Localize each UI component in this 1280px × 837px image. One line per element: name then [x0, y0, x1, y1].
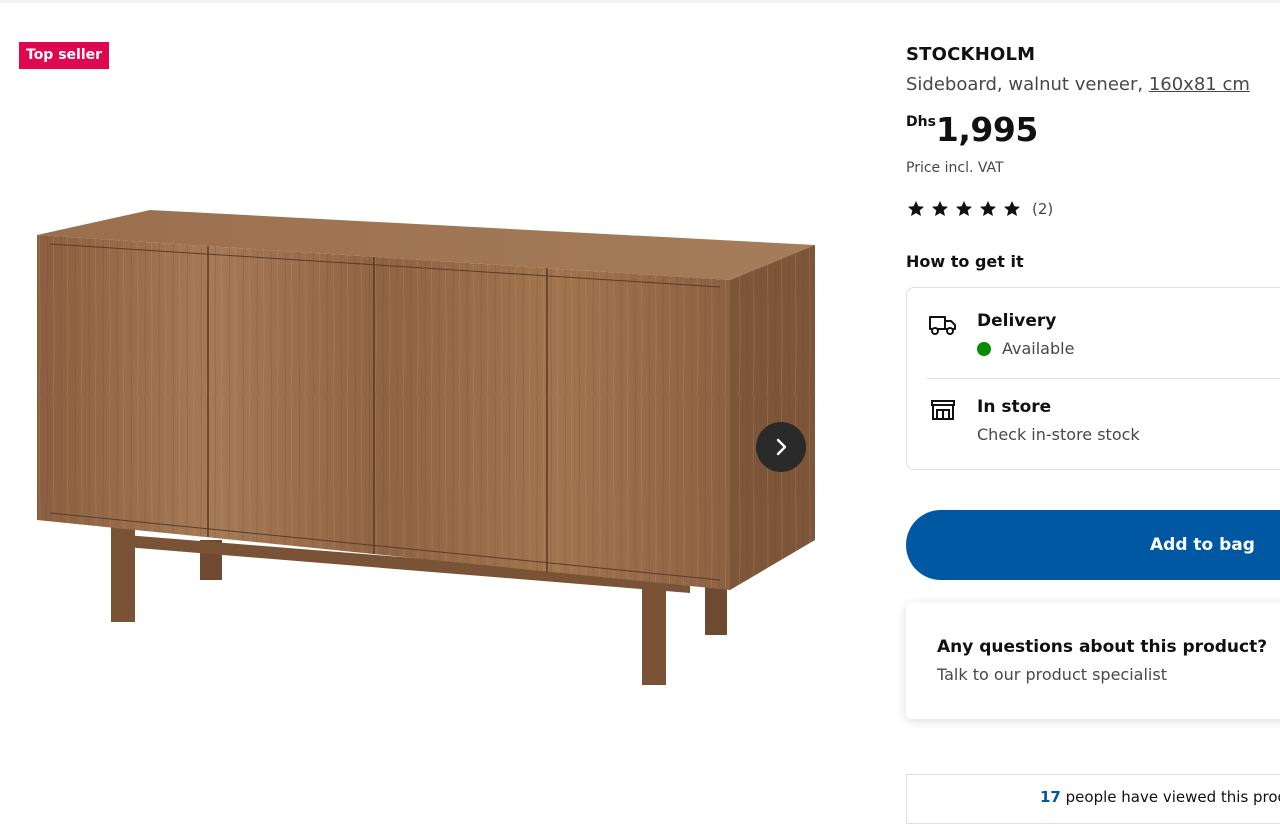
price-currency: Dhs — [906, 114, 936, 130]
add-to-bag-button[interactable]: Add to bag — [906, 510, 1280, 580]
product-info: STOCKHOLM Sideboard, walnut veneer, 160x… — [906, 0, 1280, 837]
viewers-count: 17 — [1040, 788, 1061, 806]
price-note: Price incl. VAT — [906, 160, 1004, 176]
available-status-dot — [977, 341, 991, 356]
price-amount: 1,995 — [935, 110, 1038, 149]
product-questions-card[interactable]: Any questions about this product? Talk t… — [906, 602, 1280, 719]
top-seller-badge: Top seller — [19, 42, 110, 69]
in-store-option[interactable]: In store Check in-store stock — [907, 379, 1280, 470]
viewers-notice: 17 people have viewed this prod — [906, 774, 1280, 824]
rating-count: (2) — [1032, 200, 1054, 218]
product-description: Sideboard, walnut veneer, 160x81 cm — [906, 74, 1250, 95]
rating-summary[interactable]: (2) — [906, 199, 1053, 219]
product-price: Dhs 1,995 — [906, 108, 1038, 152]
next-image-button[interactable] — [756, 422, 806, 472]
delivery-option[interactable]: Delivery Available — [907, 288, 1280, 379]
questions-title: Any questions about this product? — [937, 637, 1268, 657]
star-icon — [1004, 201, 1020, 216]
in-store-subtitle: Check in-store stock — [977, 425, 1140, 444]
delivery-title: Delivery — [977, 311, 1057, 331]
viewers-text-line: 17 people have viewed this prod — [1040, 788, 1280, 806]
star-icon — [908, 201, 924, 216]
product-image — [37, 210, 815, 685]
how-to-get-it-title: How to get it — [906, 252, 1024, 271]
availability-panel: Delivery Available In store Check in-sto… — [906, 287, 1280, 470]
in-store-title: In store — [977, 397, 1052, 417]
delivery-status-text: Available — [1002, 339, 1075, 358]
chevron-right-icon — [776, 438, 787, 456]
questions-subtitle: Talk to our product specialist — [937, 665, 1167, 684]
star-icon — [932, 201, 948, 216]
dimensions-link[interactable]: 160x81 cm — [1149, 74, 1250, 95]
delivery-status: Available — [977, 339, 1074, 358]
product-type: Sideboard, walnut veneer, — [906, 74, 1149, 95]
product-media: Top seller — [0, 0, 860, 837]
store-icon — [931, 400, 955, 420]
product-name: STOCKHOLM — [906, 44, 1036, 65]
star-icon — [956, 201, 972, 216]
star-icon — [980, 201, 996, 216]
viewers-text: people have viewed this prod — [1060, 788, 1280, 806]
truck-icon — [929, 316, 956, 335]
